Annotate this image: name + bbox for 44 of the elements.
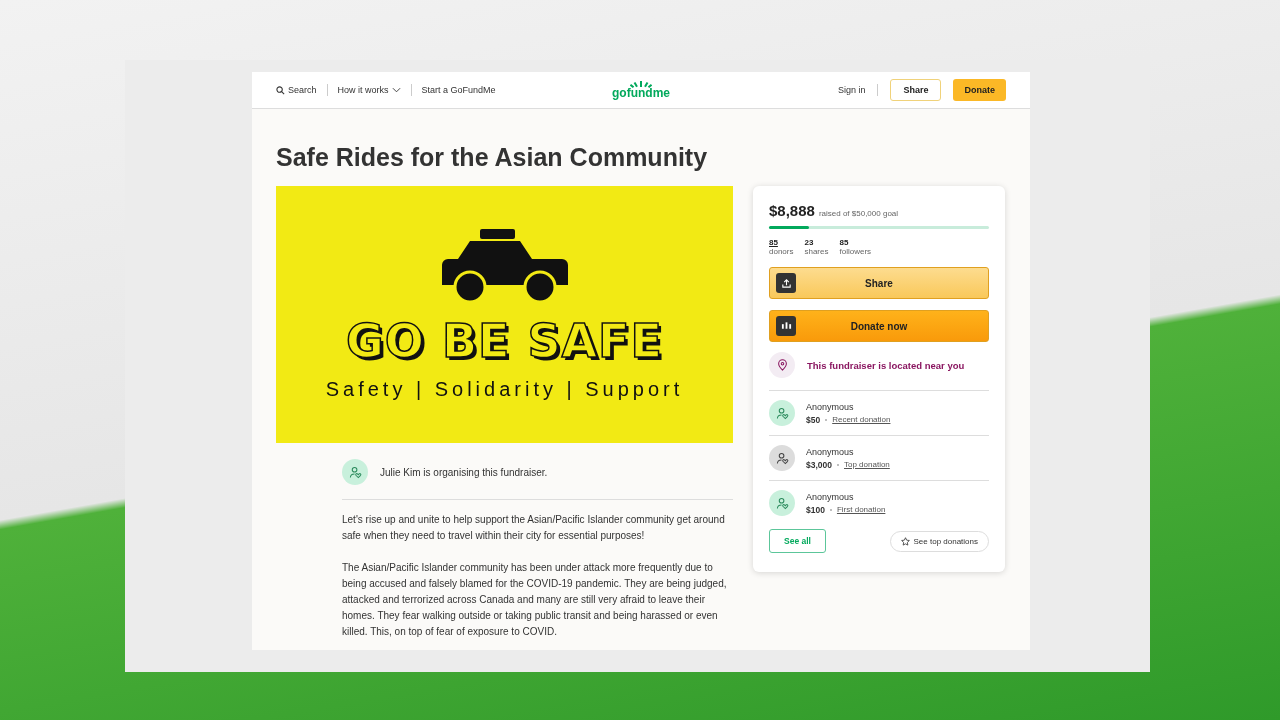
stat-value: 23 bbox=[804, 238, 815, 247]
donor-name: Anonymous bbox=[806, 446, 855, 457]
nav-link[interactable]: Search bbox=[276, 85, 317, 95]
person-heart-icon bbox=[775, 496, 789, 510]
person-heart-icon bbox=[775, 406, 789, 420]
amount-raised: $8,888 bbox=[769, 202, 815, 219]
car-icon bbox=[439, 228, 570, 304]
share-button[interactable]: Share bbox=[890, 79, 942, 101]
donation-tag-link[interactable]: Recent donation bbox=[832, 415, 891, 424]
story-paragraph: The Asian/Pacific Islander community has been under attack more frequently due to being accused and falsely blamed for the COVID-19 pandemic. They are being judged, attacked and terrorized across Canada and many are still very afraid to leave their homes. They fear walking outside or taking public transit and being harassed or even killed. This, on top of fear of exposure to COVID. bbox=[342, 561, 728, 639]
sign-in-link[interactable]: Sign in bbox=[837, 85, 866, 95]
donation-amount: $50 bbox=[806, 414, 821, 425]
donor-name: Anonymous bbox=[806, 401, 855, 412]
stat-value: 85 bbox=[839, 238, 850, 247]
search-icon bbox=[276, 85, 285, 95]
donation-tag-link[interactable]: First donation bbox=[836, 505, 886, 514]
stat-label: followers bbox=[839, 247, 872, 256]
donation-amount: $3,000 bbox=[806, 459, 832, 470]
nav-link[interactable]: How it works bbox=[337, 85, 401, 95]
donor-name: Anonymous bbox=[806, 491, 855, 502]
stat-value[interactable]: 85 bbox=[769, 238, 794, 247]
location-pin-icon bbox=[769, 352, 795, 378]
donation-amount: $100 bbox=[806, 504, 825, 515]
see-top-donations-button[interactable]: See top donations bbox=[889, 530, 989, 552]
person-heart-icon bbox=[775, 451, 789, 465]
donation-tag-link[interactable]: Top donation bbox=[844, 460, 890, 469]
banner-headline: GO BE SAFE bbox=[346, 313, 663, 368]
stat-label: shares bbox=[804, 247, 829, 256]
banner-tagline: Safety | Solidarity | Support bbox=[325, 377, 684, 401]
location-text: This fundraiser is located near you bbox=[807, 359, 965, 371]
share-button[interactable]: Share bbox=[769, 267, 989, 299]
nav-link[interactable]: Start a GoFundMe bbox=[421, 85, 496, 95]
organiser-text: Julie Kim is organising this fundraiser. bbox=[380, 466, 548, 478]
page-title: Safe Rides for the Asian Community bbox=[275, 142, 709, 173]
chevron-down-icon bbox=[391, 87, 401, 93]
donate-now-button[interactable]: Donate now bbox=[769, 310, 989, 342]
stat-label: donors bbox=[769, 247, 794, 256]
logo-sprout-icon bbox=[630, 80, 652, 88]
star-icon bbox=[900, 536, 910, 546]
goal-text: raised of $50,000 goal bbox=[818, 209, 899, 218]
story-paragraph: Let's rise up and unite to help support the Asian/Pacific Islander community get around safe when they need to travel within their city for essential purposes! bbox=[342, 513, 726, 543]
person-heart-icon bbox=[348, 465, 362, 479]
share-icon bbox=[776, 273, 796, 293]
donate-button[interactable]: Donate bbox=[953, 79, 1006, 101]
